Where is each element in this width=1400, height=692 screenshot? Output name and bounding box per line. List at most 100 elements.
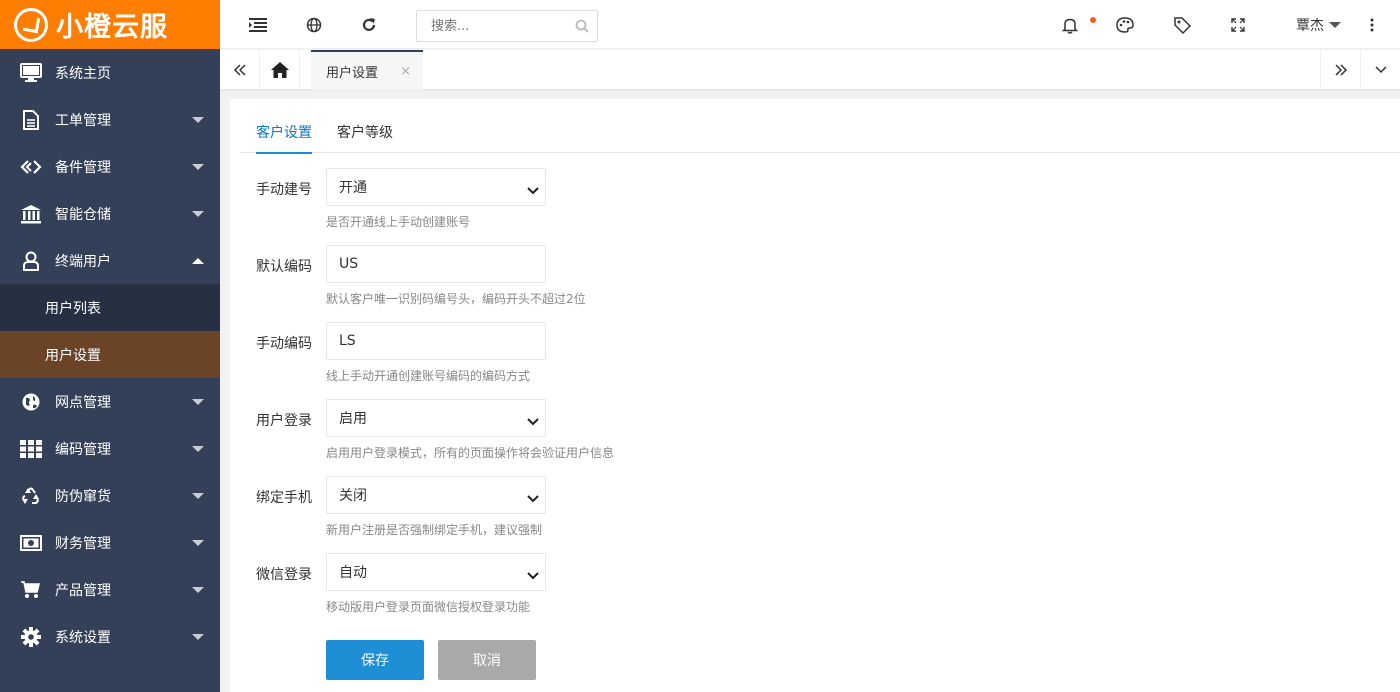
sidebar-item-label: 工单管理 (55, 112, 111, 129)
globe-icon[interactable] (304, 15, 324, 35)
grid-icon (20, 438, 42, 460)
cancel-button[interactable]: 取消 (438, 640, 536, 680)
user-icon (20, 250, 42, 272)
caret-up-icon (192, 258, 204, 264)
form-label: 手动建号 (256, 182, 312, 198)
wechat-login-select[interactable]: 自动 (326, 553, 546, 591)
refresh-icon[interactable] (359, 15, 379, 35)
tab-customer-settings[interactable]: 客户设置 (256, 122, 312, 154)
form-label: 用户登录 (256, 413, 312, 429)
sidebar-item-label: 编码管理 (55, 441, 111, 458)
tab-strip: 用户设置 × (220, 50, 1400, 90)
form-hint: 新用户注册是否强制绑定手机，建议强制 (326, 523, 543, 537)
sidebar-item-label: 财务管理 (55, 535, 111, 552)
manual-code-input[interactable]: LS (326, 322, 546, 360)
brand-name: 小橙云服 (56, 12, 168, 43)
menu-collapse-icon[interactable] (248, 15, 268, 35)
chevron-down-icon (527, 414, 539, 430)
sidebar: 小橙云服 系统主页 工单管理 备件管理 智能仓储 终端用户 用户列表 用户设置 … (0, 0, 220, 692)
sidebar-item-label: 系统主页 (55, 65, 111, 82)
sidebar-item-label: 产品管理 (55, 582, 111, 599)
sidebar-item-codes[interactable]: 编码管理 (0, 425, 220, 472)
user-menu[interactable]: 覃杰 (1296, 15, 1341, 35)
tab-user-settings[interactable]: 用户设置 × (311, 50, 423, 90)
sidebar-item-warehouse[interactable]: 智能仓储 (0, 190, 220, 237)
gear-icon (20, 626, 42, 648)
username: 覃杰 (1296, 18, 1324, 34)
input-value: LS (339, 333, 356, 349)
chevron-down-icon[interactable] (1360, 50, 1400, 90)
select-value: 自动 (339, 565, 367, 581)
input-value: US (339, 256, 359, 272)
sidebar-item-label: 终端用户 (55, 253, 111, 270)
globe-icon (20, 391, 42, 413)
caret-down-icon (192, 540, 204, 546)
tag-icon[interactable] (1172, 15, 1192, 35)
select-value: 关闭 (339, 488, 367, 504)
sidebar-subitem-label: 用户设置 (45, 347, 101, 364)
search-icon[interactable] (575, 19, 589, 37)
sidebar-item-home[interactable]: 系统主页 (0, 49, 220, 96)
caret-down-icon (192, 587, 204, 593)
close-icon[interactable]: × (400, 64, 411, 79)
default-code-input[interactable]: US (326, 245, 546, 283)
bell-icon[interactable] (1060, 15, 1080, 35)
tab-customer-levels[interactable]: 客户等级 (337, 122, 393, 152)
form-hint: 移动版用户登录页面微信授权登录功能 (326, 600, 531, 614)
caret-down-icon (1329, 22, 1341, 28)
sidebar-item-end-users[interactable]: 终端用户 (0, 237, 220, 284)
money-icon (20, 532, 42, 554)
form-label: 手动编码 (256, 336, 312, 352)
tab-label: 用户设置 (326, 65, 379, 81)
subtab-bar: 客户设置 客户等级 (241, 99, 1400, 154)
more-vertical-icon[interactable] (1362, 15, 1382, 35)
scroll-tabs-left-icon[interactable] (220, 50, 260, 90)
caret-down-icon (192, 164, 204, 170)
caret-down-icon (192, 493, 204, 499)
home-tab-icon[interactable] (260, 50, 300, 90)
form-label: 绑定手机 (256, 490, 312, 506)
diamond-link-icon (20, 156, 42, 178)
caret-down-icon (192, 446, 204, 452)
sidebar-item-outlets[interactable]: 网点管理 (0, 378, 220, 425)
caret-down-icon (192, 634, 204, 640)
caret-down-icon (192, 211, 204, 217)
search-box (416, 10, 598, 42)
end-users-submenu: 用户列表 用户设置 (0, 284, 220, 378)
form-label: 默认编码 (256, 259, 312, 275)
sidebar-item-anti-counterfeit[interactable]: 防伪窜货 (0, 472, 220, 519)
sidebar-item-system-settings[interactable]: 系统设置 (0, 613, 220, 660)
caret-down-icon (192, 399, 204, 405)
sidebar-item-label: 系统设置 (55, 629, 111, 646)
scroll-tabs-right-icon[interactable] (1320, 50, 1360, 90)
document-icon (20, 109, 42, 131)
form-hint: 是否开通线上手动创建账号 (326, 215, 471, 229)
sidebar-subitem-user-list[interactable]: 用户列表 (0, 284, 220, 331)
sidebar-item-workorders[interactable]: 工单管理 (0, 96, 220, 143)
manual-account-select[interactable]: 开通 (326, 168, 546, 206)
top-header: 覃杰 (220, 0, 1400, 49)
user-login-select[interactable]: 启用 (326, 399, 546, 437)
monitor-icon (20, 62, 42, 84)
sidebar-subitem-user-settings[interactable]: 用户设置 (0, 331, 220, 378)
sidebar-item-label: 备件管理 (55, 159, 111, 176)
chevron-down-icon (527, 183, 539, 199)
fullscreen-icon[interactable] (1228, 15, 1248, 35)
sidebar-item-label: 智能仓储 (55, 206, 111, 223)
palette-icon[interactable] (1115, 15, 1135, 35)
form-label: 微信登录 (256, 567, 312, 583)
sidebar-item-label: 网点管理 (55, 394, 111, 411)
select-value: 启用 (339, 411, 367, 427)
bank-icon (20, 203, 42, 225)
brand-logo[interactable]: 小橙云服 (0, 0, 220, 49)
sidebar-item-products[interactable]: 产品管理 (0, 566, 220, 613)
sidebar-item-label: 防伪窜货 (55, 488, 111, 505)
search-input[interactable] (417, 11, 567, 41)
sidebar-item-finance[interactable]: 财务管理 (0, 519, 220, 566)
main-content: 客户设置 客户等级 手动建号 开通 是否开通线上手动创建账号 默认编码 US 默… (230, 99, 1400, 692)
form-hint: 启用用户登录模式，所有的页面操作将会验证用户信息 (326, 446, 615, 460)
sidebar-item-spare-parts[interactable]: 备件管理 (0, 143, 220, 190)
save-button[interactable]: 保存 (326, 640, 424, 680)
bind-phone-select[interactable]: 关闭 (326, 476, 546, 514)
select-value: 开通 (339, 180, 367, 196)
